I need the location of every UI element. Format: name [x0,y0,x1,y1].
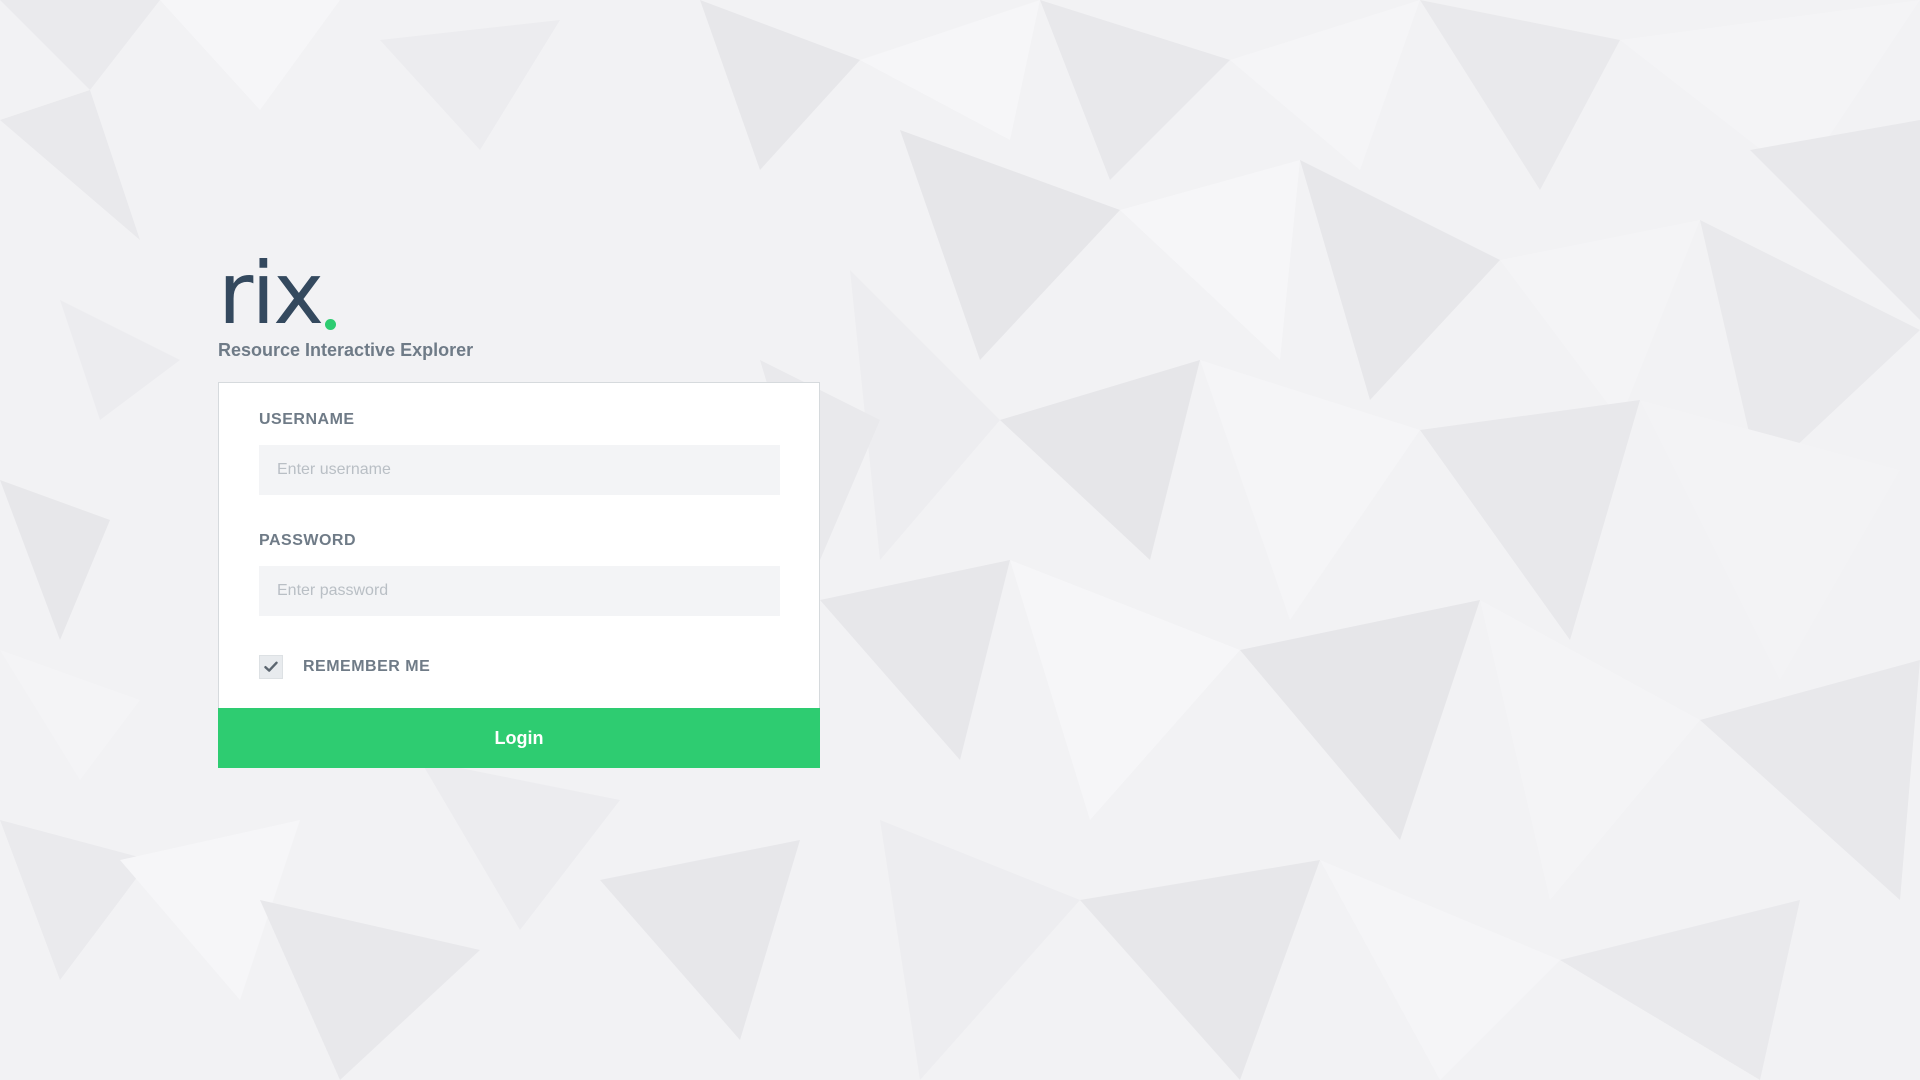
logo-dot [325,319,337,330]
username-label: USERNAME [259,411,355,428]
login-form-body: USERNAME PASSWORD REMEMBER ME [219,383,819,708]
remember-me-label: REMEMBER ME [303,658,431,675]
login-form: USERNAME PASSWORD REMEMBER ME Login [218,382,820,768]
password-label: PASSWORD [259,532,357,549]
username-input[interactable] [259,445,780,495]
password-input[interactable] [259,566,780,616]
login-button[interactable]: Login [218,708,820,768]
remember-me-row: REMEMBER ME [259,654,779,680]
app-subtitle: Resource Interactive Explorer [218,340,474,360]
logo: rix [218,244,473,345]
logo-text: rix [218,244,324,345]
remember-me-checkbox[interactable] [259,655,283,679]
check-icon [264,661,278,672]
brand-block: rix Resource Interactive Explorer [218,244,474,361]
